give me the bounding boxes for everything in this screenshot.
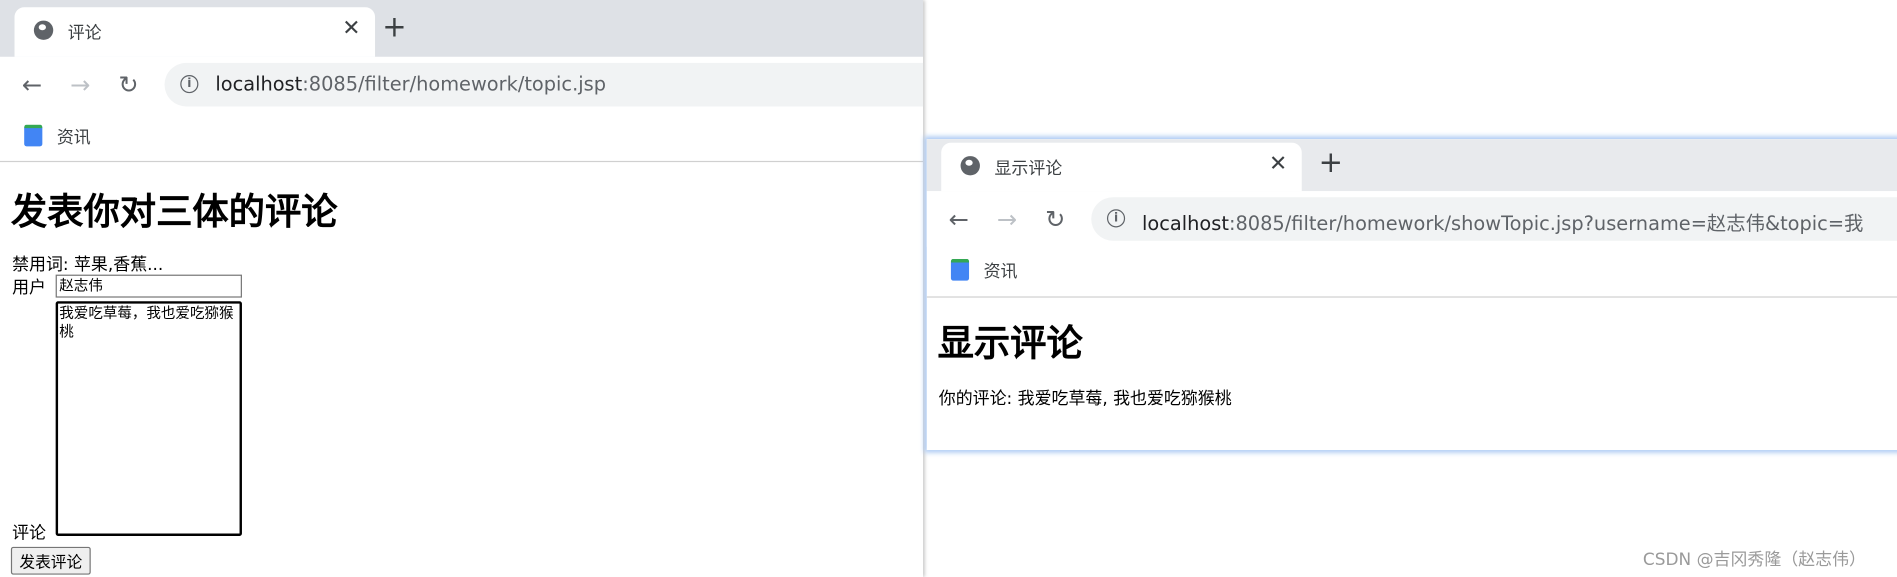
forward-icon[interactable]: → <box>997 204 1017 233</box>
tab-show-topic[interactable]: 显示评论 ✕ <box>941 142 1302 192</box>
url-path: :8085/filter/homework/topic.jsp <box>302 72 606 96</box>
info-icon[interactable]: i <box>180 75 199 94</box>
watermark: CSDN @吉冈秀隆（赵志伟） <box>1642 550 1866 570</box>
page-title: 发表你对三体的评论 <box>10 191 338 234</box>
tab-title: 评论 <box>67 24 102 44</box>
comment-textarea[interactable]: 我爱吃草莓，我也爱吃猕猴桃 <box>55 301 242 536</box>
comment-label: 评论 <box>12 523 46 544</box>
user-label: 用户 <box>12 278 46 298</box>
back-icon[interactable]: ← <box>22 70 42 99</box>
new-tab-button[interactable]: + <box>382 10 406 44</box>
back-icon[interactable]: ← <box>948 204 968 233</box>
page-content: 发表你对三体的评论 禁用词: 苹果,香蕉... 用户 赵志伟 我爱吃草莓，我也爱… <box>0 162 923 577</box>
bookmarks-bar: 资讯 <box>0 113 924 163</box>
forward-icon[interactable]: → <box>70 70 90 99</box>
username-input[interactable]: 赵志伟 <box>55 274 242 298</box>
page-title: 显示评论 <box>937 323 1083 366</box>
url-host: localhost <box>1142 211 1229 235</box>
url-host: localhost <box>215 72 303 96</box>
bookmark-news[interactable]: 资讯 <box>57 125 91 149</box>
close-tab-icon[interactable]: ✕ <box>342 16 360 41</box>
browser-window-topic: 评论 ✕ + ← → ↻ i localhost:8085/filter/hom… <box>0 0 924 577</box>
url-text: localhost:8085/filter/homework/showTopic… <box>1142 207 1863 236</box>
reload-icon[interactable]: ↻ <box>1045 204 1065 233</box>
browser-window-show-topic: 显示评论 ✕ + ← → ↻ i localhost:8085/filter/h… <box>926 139 1897 451</box>
bookmark-news[interactable]: 资讯 <box>984 259 1018 283</box>
submit-comment-button[interactable]: 发表评论 <box>10 546 91 575</box>
toolbar: ← → ↻ i localhost:8085/filter/homework/t… <box>0 56 924 113</box>
news-icon <box>950 258 970 281</box>
tab-bar: 显示评论 ✕ + <box>926 139 1897 192</box>
tab-bar: 评论 ✕ + <box>0 0 924 57</box>
globe-icon <box>960 156 980 176</box>
bookmarks-bar: 资讯 <box>926 247 1897 298</box>
address-bar[interactable]: i localhost:8085/filter/homework/showTop… <box>1091 197 1897 241</box>
tab-title: 显示评论 <box>994 159 1063 180</box>
globe-icon <box>33 20 54 40</box>
info-icon[interactable]: i <box>1106 209 1126 228</box>
banned-words-text: 禁用词: 苹果,香蕉... <box>12 255 164 275</box>
comment-display: 你的评论: 我爱吃草莓, 我也爱吃猕猴桃 <box>938 389 1232 409</box>
url-text: localhost:8085/filter/homework/topic.jsp <box>215 73 606 96</box>
new-tab-button[interactable]: + <box>1319 145 1343 179</box>
reload-icon[interactable]: ↻ <box>119 70 139 99</box>
close-tab-icon[interactable]: ✕ <box>1269 151 1287 176</box>
page-content: 显示评论 你的评论: 我爱吃草莓, 我也爱吃猕猴桃 <box>927 298 1897 450</box>
news-icon <box>24 124 43 147</box>
address-bar[interactable]: i localhost:8085/filter/homework/topic.j… <box>164 62 924 107</box>
toolbar: ← → ↻ i localhost:8085/filter/homework/s… <box>926 191 1897 247</box>
url-path: :8085/filter/homework/showTopic.jsp?user… <box>1228 211 1864 235</box>
tab-topic[interactable]: 评论 ✕ <box>14 7 376 57</box>
